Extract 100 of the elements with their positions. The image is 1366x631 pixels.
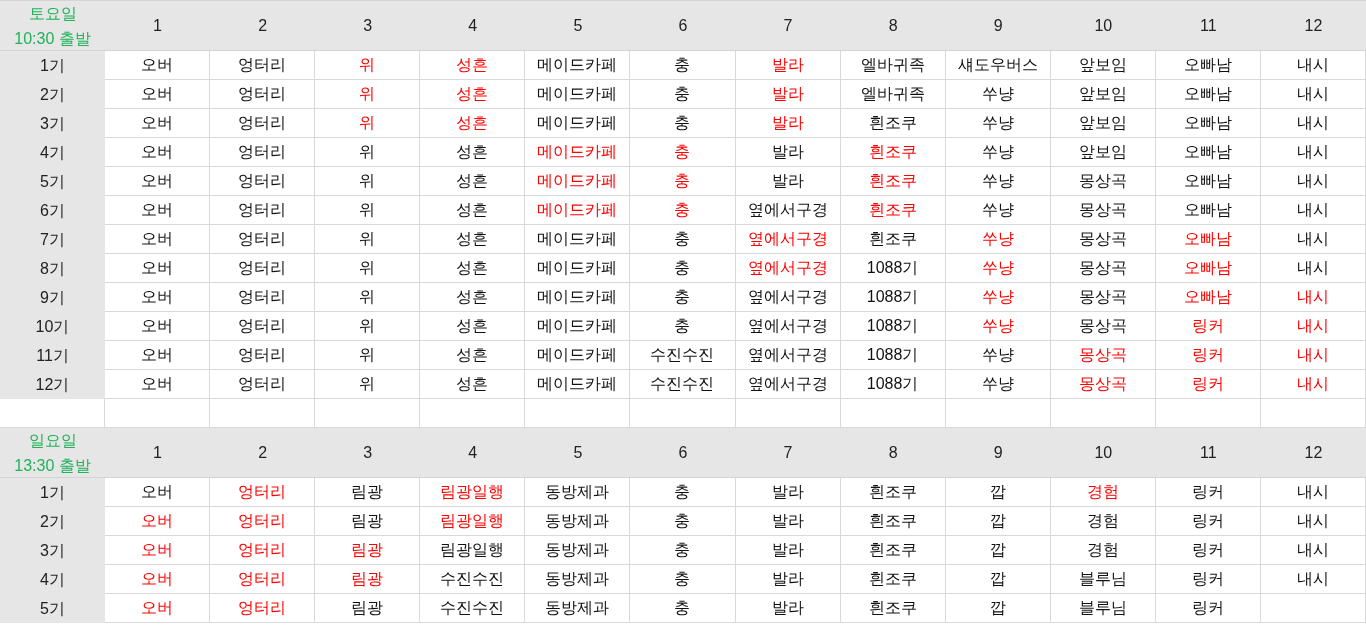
table-cell-text: 위	[359, 345, 376, 365]
column-header: 9	[993, 16, 1003, 36]
column-header: 8	[888, 16, 898, 36]
column-header: 4	[468, 443, 478, 463]
table-cell-text: 내시	[1296, 200, 1329, 220]
table-cell-text: 성흔	[456, 171, 489, 191]
table-cell-text: 오버	[141, 598, 174, 618]
table-cell-text: 몽상곡	[1078, 229, 1127, 249]
table-cell-text: 발라	[771, 142, 804, 162]
column-header: 2	[258, 443, 268, 463]
row-label: 2기	[40, 511, 65, 532]
table-cell-text: 쑤냥	[981, 229, 1014, 249]
table-cell-text: 링커	[1191, 374, 1224, 394]
table-cell-text: 쑤냥	[981, 113, 1014, 133]
table-cell-text: 오버	[141, 345, 174, 365]
table-cell-text: 충	[674, 200, 691, 220]
table-cell-text: 옆에서구경	[747, 316, 828, 336]
table-cell-text: 앞보임	[1078, 113, 1127, 133]
table-cell-text: 몽상곡	[1078, 316, 1127, 336]
table-cell-text: 메이드카페	[537, 84, 618, 104]
table-cell-text: 1088기	[866, 316, 919, 336]
table-cell-text: 오버	[141, 142, 174, 162]
table-cell-text: 오버	[141, 200, 174, 220]
table-cell-text: 엘바귀족	[860, 55, 925, 75]
column-header: 10	[1094, 443, 1113, 463]
table-cell-text: 쑤냥	[981, 345, 1014, 365]
table-cell-text: 림광일행	[440, 511, 505, 531]
table-cell-text: 메이드카페	[537, 374, 618, 394]
table-cell-text: 충	[674, 511, 691, 531]
table-cell-text: 쑤냥	[981, 258, 1014, 278]
table-cell-text: 흰조쿠	[868, 200, 917, 220]
column-header: 7	[783, 443, 793, 463]
departure-time: 13:30 출발	[14, 456, 91, 476]
table-cell-text: 오버	[141, 569, 174, 589]
table-cell-text: 위	[359, 200, 376, 220]
table-cell-text: 메이드카페	[537, 171, 618, 191]
table-cell-text: 오빠남	[1183, 113, 1232, 133]
table-cell-text: 몽상곡	[1078, 374, 1127, 394]
row-label: 1기	[40, 482, 65, 503]
table-cell-text: 쑤냥	[981, 287, 1014, 307]
table-cell-text: 경험	[1086, 511, 1119, 531]
table-cell-text: 수진수진	[440, 569, 505, 589]
column-header: 10	[1094, 16, 1113, 36]
row-label: 5기	[40, 598, 65, 619]
table-cell-text: 내시	[1296, 171, 1329, 191]
table-cell-text: 링커	[1191, 482, 1224, 502]
table-cell-text: 흰조쿠	[868, 482, 917, 502]
column-header: 4	[468, 16, 478, 36]
table-cell-text: 흰조쿠	[868, 540, 917, 560]
column-header: 6	[678, 16, 688, 36]
table-cell-text: 링커	[1191, 511, 1224, 531]
table-cell-text: 오버	[141, 229, 174, 249]
table-cell-text: 위	[359, 258, 376, 278]
column-header: 7	[783, 16, 793, 36]
table-cell-text: 깝	[989, 598, 1006, 618]
table-cell-text: 엉터리	[238, 113, 287, 133]
table-cell-text: 흰조쿠	[868, 511, 917, 531]
table-cell-text: 쑤냥	[981, 84, 1014, 104]
table-cell-text: 충	[674, 258, 691, 278]
table-cell-text: 메이드카페	[537, 142, 618, 162]
table-cell-text: 충	[674, 229, 691, 249]
table-cell-text: 오빠남	[1183, 229, 1232, 249]
row-label: 5기	[40, 171, 65, 192]
table-cell-text: 엉터리	[238, 84, 287, 104]
table-cell-text: 수진수진	[650, 374, 715, 394]
table-cell-text: 오버	[141, 171, 174, 191]
table-cell-text: 내시	[1296, 258, 1329, 278]
table-cell-text: 오빠남	[1183, 200, 1232, 220]
table-cell-text: 동방제과	[545, 482, 610, 502]
table-cell-text: 발라	[771, 598, 804, 618]
table-cell-text: 내시	[1296, 316, 1329, 336]
table-cell-text: 엉터리	[238, 287, 287, 307]
table-cell-text: 흰조쿠	[868, 142, 917, 162]
column-header: 3	[363, 443, 373, 463]
table-cell-text: 쑤냥	[981, 142, 1014, 162]
table-cell-text: 쑤냥	[981, 200, 1014, 220]
table-cell-text: 충	[674, 84, 691, 104]
table-cell-text: 흰조쿠	[868, 113, 917, 133]
table-cell-text: 흰조쿠	[868, 569, 917, 589]
column-header: 5	[573, 443, 583, 463]
table-cell-text: 오빠남	[1183, 84, 1232, 104]
table-cell-text: 내시	[1296, 540, 1329, 560]
table-cell-text: 충	[674, 113, 691, 133]
table-cell-text: 충	[674, 55, 691, 75]
column-header: 12	[1304, 16, 1323, 36]
table-cell-text: 위	[359, 374, 376, 394]
table-cell-text: 위	[359, 171, 376, 191]
table-cell-text: 충	[674, 142, 691, 162]
table-cell-text: 동방제과	[545, 540, 610, 560]
table-cell-text: 오버	[141, 287, 174, 307]
table-cell-text: 성흔	[456, 287, 489, 307]
table-cell-text: 동방제과	[545, 598, 610, 618]
column-header: 1	[153, 16, 162, 36]
column-header: 1	[153, 443, 162, 463]
table-cell-text: 오버	[141, 258, 174, 278]
table-cell-text: 메이드카페	[537, 287, 618, 307]
table-cell-text: 앞보임	[1078, 142, 1127, 162]
table-cell-text: 위	[359, 55, 376, 75]
table-cell-text: 오버	[141, 316, 174, 336]
day-label: 토요일	[28, 4, 77, 24]
